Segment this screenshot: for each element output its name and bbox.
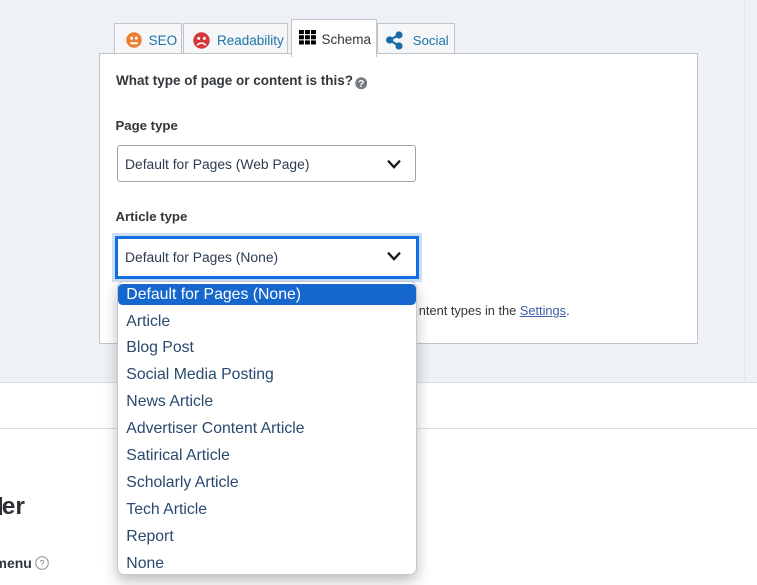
svg-text:?: ? [39, 559, 44, 569]
svg-text:?: ? [358, 78, 364, 90]
